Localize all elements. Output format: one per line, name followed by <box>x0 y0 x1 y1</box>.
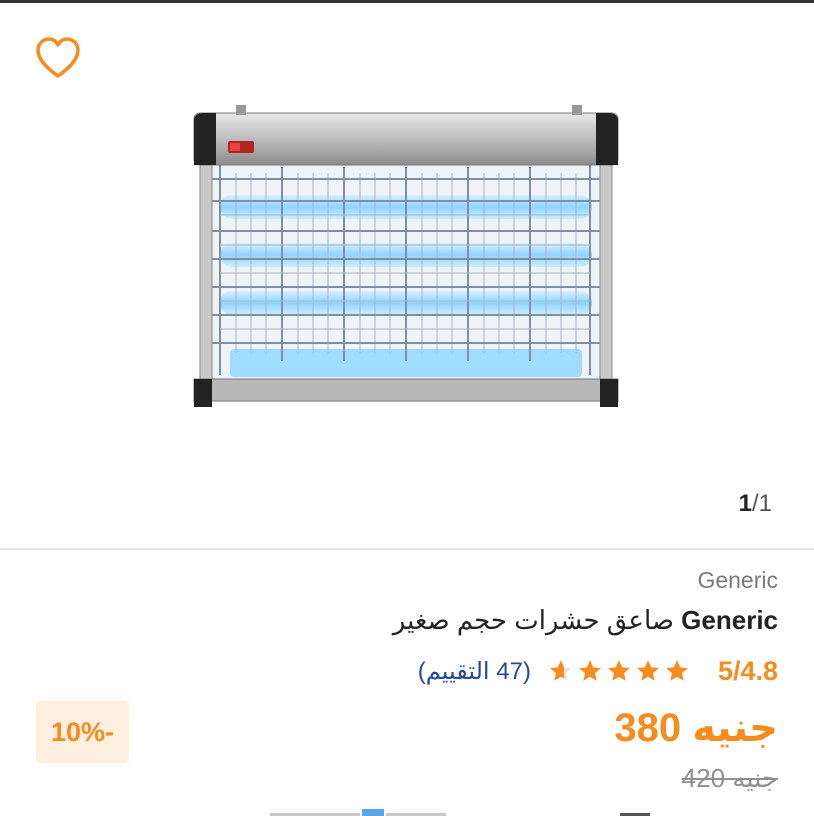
old-price: جنيه 420 <box>681 763 778 793</box>
current-price: جنيه 380 <box>614 706 778 750</box>
product-page: 1/1 Generic Generic صاعق حشرات حجم صغير … <box>0 0 814 816</box>
title-text: صاعق حشرات حجم صغير <box>392 605 682 635</box>
star-icon <box>637 660 659 681</box>
counter-current: 1 <box>738 490 752 517</box>
bug-zapper-image <box>190 103 622 415</box>
title-brand: Generic <box>681 605 778 635</box>
cut-off-row <box>270 806 690 816</box>
heart-outline-icon[interactable] <box>32 33 84 85</box>
rating-value: 5/4.8 <box>717 655 778 686</box>
brand-link[interactable]: Generic <box>697 567 778 594</box>
divider <box>0 548 814 550</box>
star-partial-icon <box>550 660 572 681</box>
star-icon <box>666 660 688 681</box>
image-counter: 1/1 <box>739 490 772 518</box>
star-icon <box>579 660 601 681</box>
product-gallery[interactable]: 1/1 <box>0 3 814 548</box>
counter-total: /1 <box>751 490 772 517</box>
discount-badge: 10%- <box>36 701 129 763</box>
rating-row[interactable]: 5/4.8 (47 التقييم) <box>418 653 778 689</box>
rating-stars <box>545 658 690 684</box>
product-title: Generic صاعق حشرات حجم صغير <box>393 605 778 636</box>
star-icon <box>608 660 630 681</box>
reviews-link[interactable]: (47 التقييم) <box>418 657 531 686</box>
